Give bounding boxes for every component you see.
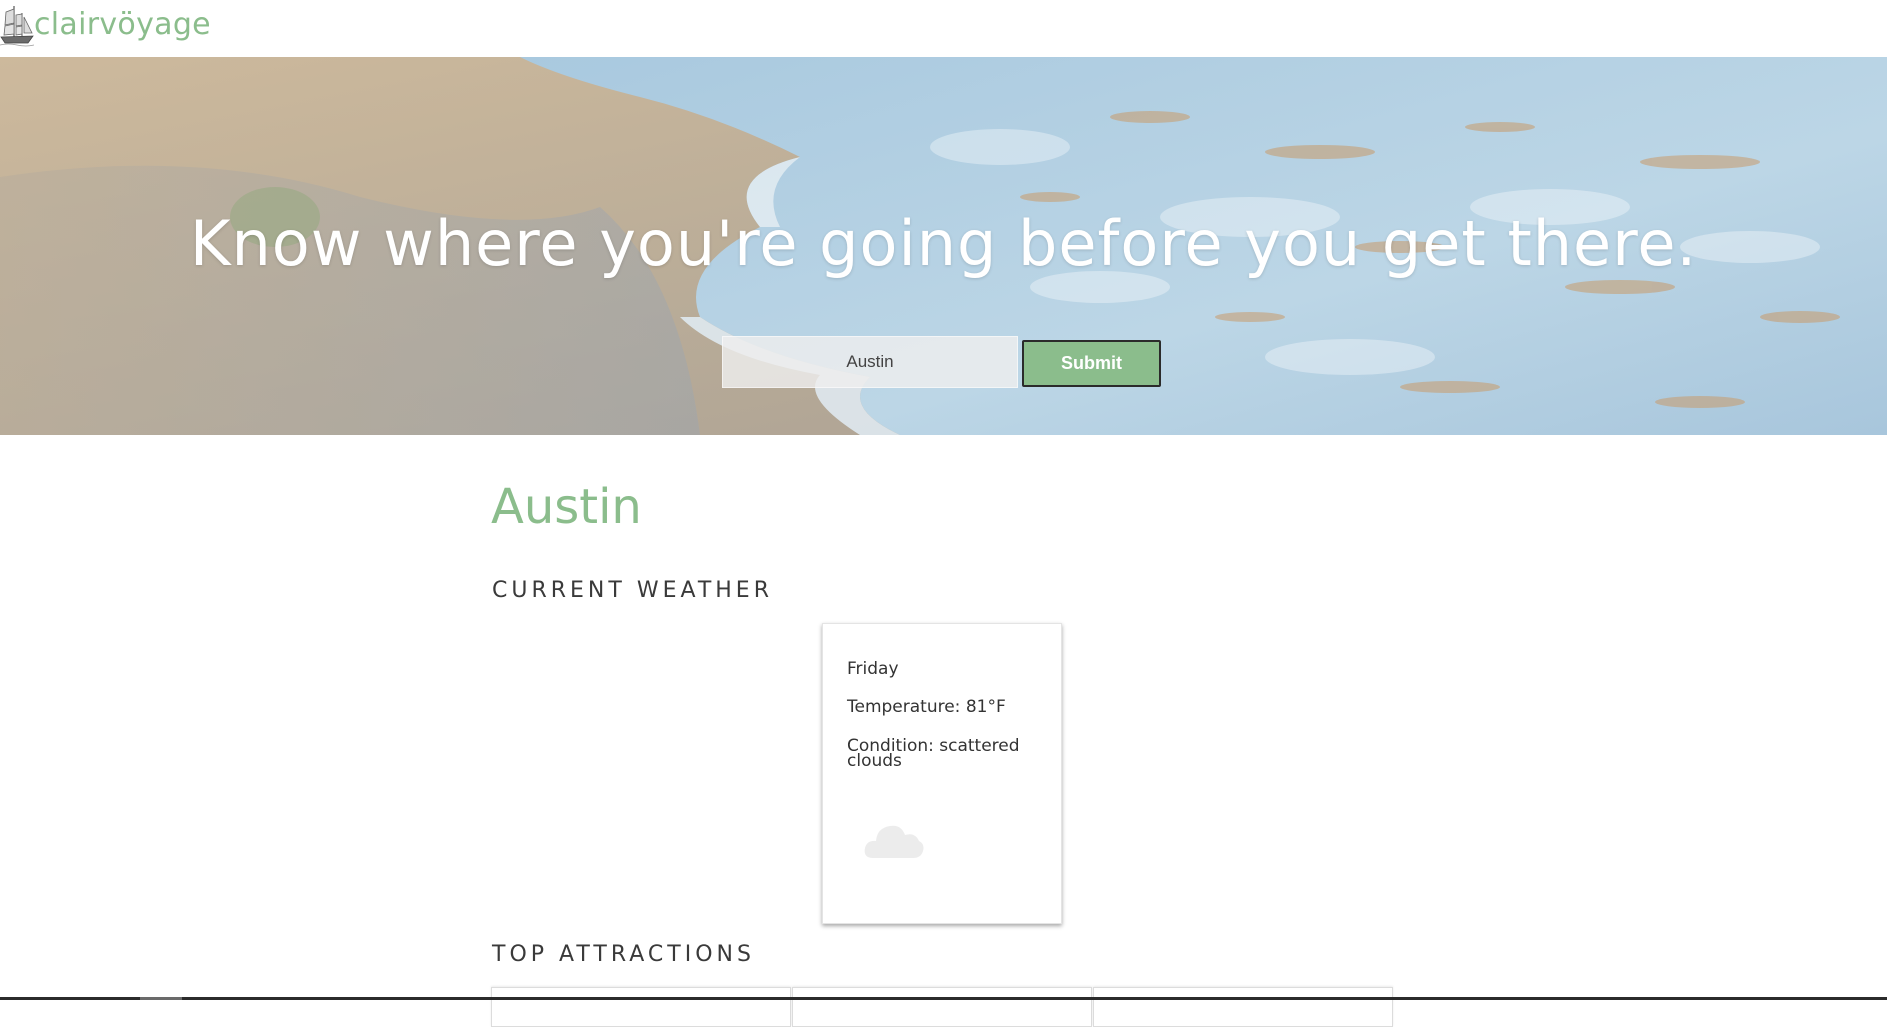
top-attractions-heading: TOP ATTRACTIONS bbox=[492, 942, 755, 967]
weather-temperature: Temperature: 81°F bbox=[847, 697, 1006, 717]
city-search-input[interactable] bbox=[722, 336, 1018, 388]
current-weather-heading: CURRENT WEATHER bbox=[492, 578, 773, 603]
ship-icon bbox=[0, 6, 34, 47]
brand-name: clairvöyage bbox=[34, 7, 211, 42]
weather-condition: Condition: scattered clouds bbox=[847, 736, 1020, 771]
attraction-card[interactable] bbox=[792, 987, 1092, 1027]
hero-banner: Know where you're going before you get t… bbox=[0, 57, 1887, 435]
city-title: Austin bbox=[491, 479, 642, 535]
attraction-card[interactable] bbox=[491, 987, 791, 1027]
brand-link[interactable]: clairvöyage bbox=[0, 2, 211, 48]
weather-card: Friday Temperature: 81°F Condition: scat… bbox=[822, 623, 1062, 924]
top-navbar: clairvöyage bbox=[0, 0, 1887, 57]
attraction-card[interactable] bbox=[1093, 987, 1393, 1027]
cloud-icon bbox=[864, 825, 924, 858]
weather-day: Friday bbox=[847, 659, 899, 679]
hero-headline: Know where you're going before you get t… bbox=[189, 207, 1698, 280]
submit-button[interactable]: Submit bbox=[1022, 340, 1161, 387]
